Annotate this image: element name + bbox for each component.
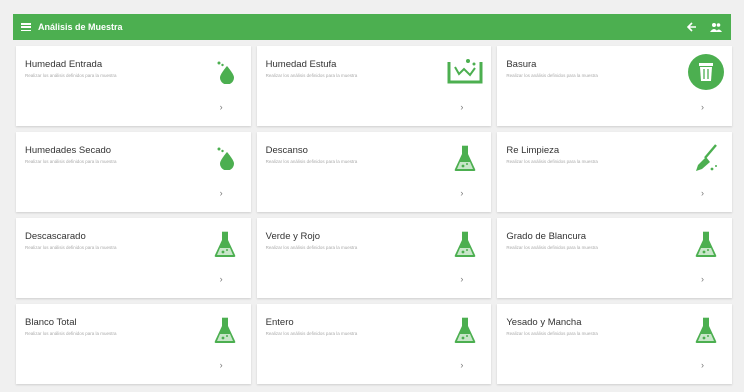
droplet-icon [207, 140, 243, 176]
card-title: Humedad Estufa [265, 59, 337, 70]
card-title: Blanco Total [25, 317, 77, 328]
analysis-card[interactable]: Humedades Secado Realizar los análisis de… [16, 132, 251, 212]
analysis-card[interactable]: Basura Realizar los análisis definidos pa… [497, 46, 732, 126]
card-title: Verde y Rojo [265, 231, 321, 242]
analysis-card[interactable]: Humedad Estufa Realizar los análisis defi… [256, 46, 492, 126]
analysis-card[interactable]: Entero Realizar los análisis definidos pa… [256, 304, 492, 384]
card-subtitle: Realizar los análisis definidos para la … [506, 331, 598, 336]
card-subtitle: Realizar los análisis definidos para la … [25, 73, 117, 78]
flask-icon [688, 312, 724, 348]
chevron-right-icon[interactable]: › [460, 360, 463, 370]
card-subtitle: Realizar los análisis definidos para la … [25, 245, 117, 250]
chevron-right-icon[interactable]: › [701, 360, 704, 370]
flask-icon [447, 140, 483, 176]
analysis-card[interactable]: Re Limpieza Realizar los análisis definid… [497, 132, 732, 212]
menu-icon[interactable] [21, 23, 31, 31]
chevron-right-icon[interactable]: › [220, 188, 223, 198]
flask-icon [447, 226, 483, 262]
card-title: Humedad Entrada [25, 59, 103, 70]
card-title: Yesado y Mancha [506, 317, 582, 328]
flask-icon [447, 312, 483, 348]
droplet-icon [207, 54, 243, 90]
page-title: Análisis de Muestra [38, 22, 123, 32]
card-subtitle: Realizar los análisis definidos para la … [25, 331, 117, 336]
app-bar: Análisis de Muestra [13, 14, 731, 40]
card-title: Descanso [265, 145, 308, 156]
users-icon[interactable] [709, 20, 723, 34]
broom-icon [688, 140, 724, 176]
chevron-right-icon[interactable]: › [701, 102, 704, 112]
card-title: Humedades Secado [25, 145, 112, 156]
card-subtitle: Realizar los análisis definidos para la … [265, 73, 358, 78]
trash-icon [688, 54, 724, 90]
card-title: Basura [506, 59, 537, 70]
analysis-card[interactable]: Yesado y Mancha Realizar los análisis def… [497, 304, 732, 384]
analysis-card[interactable]: Descascarado Realizar los análisis defini… [16, 218, 251, 298]
chevron-right-icon[interactable]: › [460, 188, 463, 198]
card-title: Descascarado [25, 231, 86, 242]
analysis-grid: Humedad Entrada Realizar los análisis def… [16, 46, 732, 384]
card-title: Entero [265, 317, 294, 328]
card-subtitle: Realizar los análisis definidos para la … [265, 245, 358, 250]
analysis-card[interactable]: Verde y Rojo Realizar los análisis defini… [256, 218, 492, 298]
analysis-card[interactable]: Blanco Total Realizar los análisis defini… [16, 304, 251, 384]
arrow-left-icon[interactable] [685, 20, 699, 34]
card-subtitle: Realizar los análisis definidos para la … [506, 159, 598, 164]
card-title: Grado de Blancura [506, 231, 587, 242]
card-subtitle: Realizar los análisis definidos para la … [506, 73, 598, 78]
analysis-card[interactable]: Descanso Realizar los análisis definidos … [256, 132, 492, 212]
chevron-right-icon[interactable]: › [220, 360, 223, 370]
card-subtitle: Realizar los análisis definidos para la … [25, 159, 117, 164]
chevron-right-icon[interactable]: › [701, 188, 704, 198]
card-subtitle: Realizar los análisis definidos para la … [265, 159, 358, 164]
chevron-right-icon[interactable]: › [701, 274, 704, 284]
card-title: Re Limpieza [506, 145, 560, 156]
analysis-card[interactable]: Humedad Entrada Realizar los análisis def… [16, 46, 251, 126]
flask-icon [207, 226, 243, 262]
card-subtitle: Realizar los análisis definidos para la … [265, 331, 358, 336]
chevron-right-icon[interactable]: › [220, 274, 223, 284]
flask-icon [688, 226, 724, 262]
tray-icon [447, 54, 483, 90]
card-subtitle: Realizar los análisis definidos para la … [506, 245, 598, 250]
chevron-right-icon[interactable]: › [220, 102, 223, 112]
flask-icon [207, 312, 243, 348]
chevron-right-icon[interactable]: › [460, 102, 463, 112]
analysis-card[interactable]: Grado de Blancura Realizar los análisis d… [497, 218, 732, 298]
chevron-right-icon[interactable]: › [460, 274, 463, 284]
